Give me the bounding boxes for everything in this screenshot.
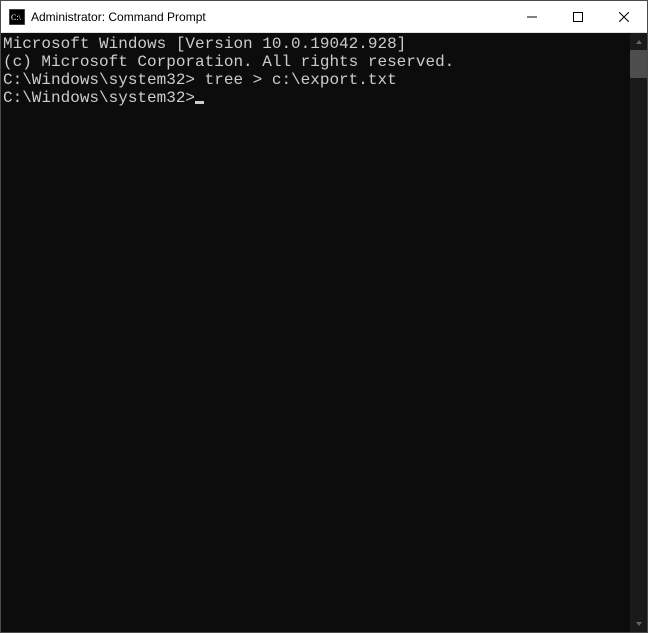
command-line: C:\Windows\system32> tree > c:\export.tx… — [3, 71, 630, 89]
minimize-button[interactable] — [509, 1, 555, 32]
copyright-line: (c) Microsoft Corporation. All rights re… — [3, 53, 630, 71]
cursor — [195, 101, 204, 104]
scroll-up-arrow[interactable] — [630, 33, 647, 50]
close-button[interactable] — [601, 1, 647, 32]
terminal-output[interactable]: Microsoft Windows [Version 10.0.19042.92… — [1, 33, 630, 632]
command-text: tree > c:\export.txt — [195, 71, 397, 89]
vertical-scrollbar[interactable] — [630, 33, 647, 632]
window-title: Administrator: Command Prompt — [31, 10, 509, 24]
titlebar[interactable]: C:\ Administrator: Command Prompt — [1, 1, 647, 33]
maximize-button[interactable] — [555, 1, 601, 32]
cmd-icon: C:\ — [9, 9, 25, 25]
prompt-path: C:\Windows\system32> — [3, 89, 195, 107]
prompt-path: C:\Windows\system32> — [3, 71, 195, 89]
window-controls — [509, 1, 647, 32]
scroll-thumb[interactable] — [630, 50, 647, 78]
current-prompt: C:\Windows\system32> — [3, 89, 630, 107]
version-line: Microsoft Windows [Version 10.0.19042.92… — [3, 35, 630, 53]
scroll-track[interactable] — [630, 50, 647, 615]
content-area: Microsoft Windows [Version 10.0.19042.92… — [1, 33, 647, 632]
scroll-down-arrow[interactable] — [630, 615, 647, 632]
svg-text:C:\: C:\ — [11, 13, 22, 22]
command-prompt-window: C:\ Administrator: Command Prompt Micros… — [0, 0, 648, 633]
